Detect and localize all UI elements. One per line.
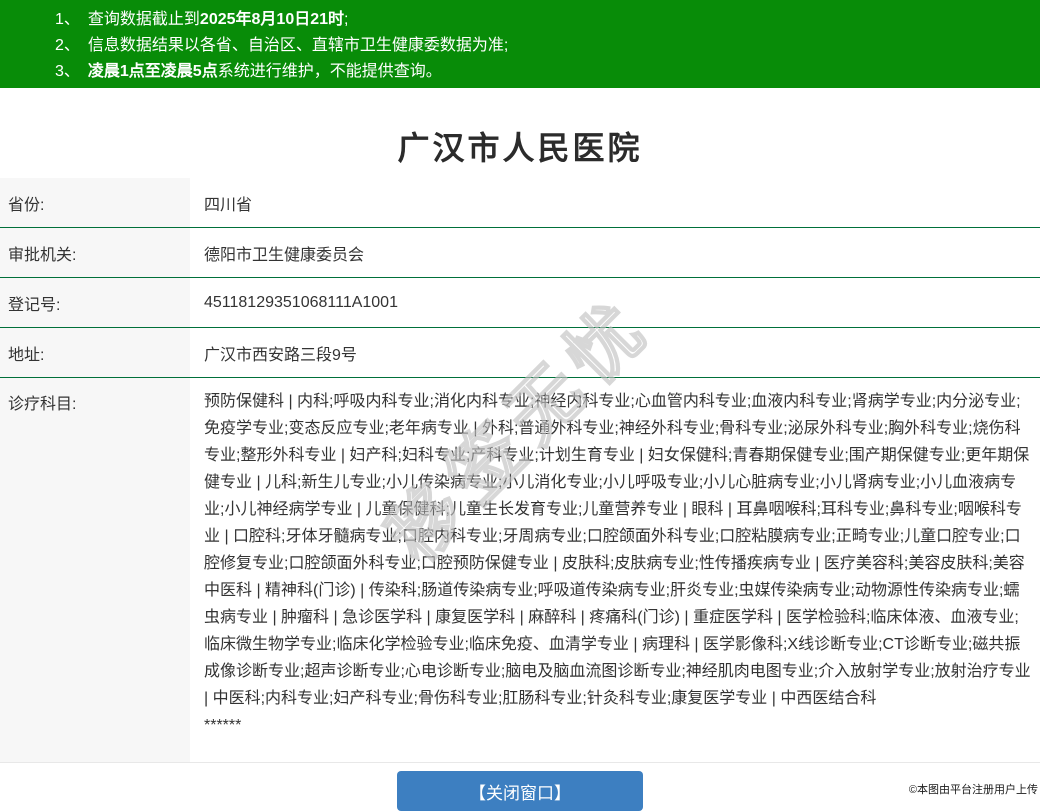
notice-number: 2、 [55,37,80,54]
notice-text-bold: 凌晨1点至凌晨5点 [87,63,218,80]
table-row: 审批机关: 德阳市卫生健康委员会 [0,227,1040,277]
notice-item: 3、 凌晨1点至凌晨5点系统进行维护，不能提供查询。 [55,59,1030,85]
notice-banner: 1、 查询数据截止到2025年8月10日21时; 2、 信息数据结果以各省、自治区、… [0,0,1040,88]
notice-text: 查询数据截止到 [87,11,200,28]
info-label-approval-authority: 审批机关: [0,228,190,277]
info-label-registration-number: 登记号: [0,278,190,327]
info-value-approval-authority: 德阳市卫生健康委员会 [204,246,365,264]
hospital-info-table: 省份: 四川省 审批机关: 德阳市卫生健康委员会 登记号: 4511812935… [0,178,1040,763]
table-row: 省份: 四川省 [0,178,1040,227]
table-row: 地址: 广汉市西安路三段9号 [0,327,1040,377]
info-label-address: 地址: [0,328,190,377]
info-label-medical-subjects: 诊疗科目: [0,378,190,762]
attribution-note: ©本图由平台注册用户上传 [908,784,1038,796]
table-row: 登记号: 45118129351068111A1001 [0,277,1040,327]
notice-text: 信息数据结果以各省、自治区、直辖市卫生健康委数据为准; [87,37,509,54]
info-value-address: 广汉市西安路三段9号 [204,346,357,364]
notice-item: 1、 查询数据截止到2025年8月10日21时; [55,7,1030,33]
notice-text-bold: 2025年8月10日21时 [199,11,345,28]
medical-subjects-text: 预防保健科 | 内科;呼吸内科专业;消化内科专业;神经内科专业;心血管内科专业;… [204,393,1031,707]
notice-number: 3、 [55,63,80,80]
info-value-medical-subjects: 预防保健科 | 内科;呼吸内科专业;消化内科专业;神经内科专业;心血管内科专业;… [190,378,1040,762]
notice-number: 1、 [55,11,80,28]
notice-text: ; [344,11,349,28]
info-value-province: 四川省 [204,196,253,214]
info-value-registration-number: 45118129351068111A1001 [204,293,398,311]
table-row: 诊疗科目: 预防保健科 | 内科;呼吸内科专业;消化内科专业;神经内科专业;心血… [0,377,1040,763]
notice-item: 2、 信息数据结果以各省、自治区、直辖市卫生健康委数据为准; [55,33,1030,59]
button-row: 【关闭窗口】 [0,771,1040,811]
info-label-province: 省份: [0,178,190,227]
page-title: 广汉市人民医院 [397,130,643,166]
notice-text: 系统进行维护，不能提供查询。 [217,63,442,80]
close-window-button[interactable]: 【关闭窗口】 [397,771,643,811]
medical-subjects-redacted: ****** [204,717,242,734]
